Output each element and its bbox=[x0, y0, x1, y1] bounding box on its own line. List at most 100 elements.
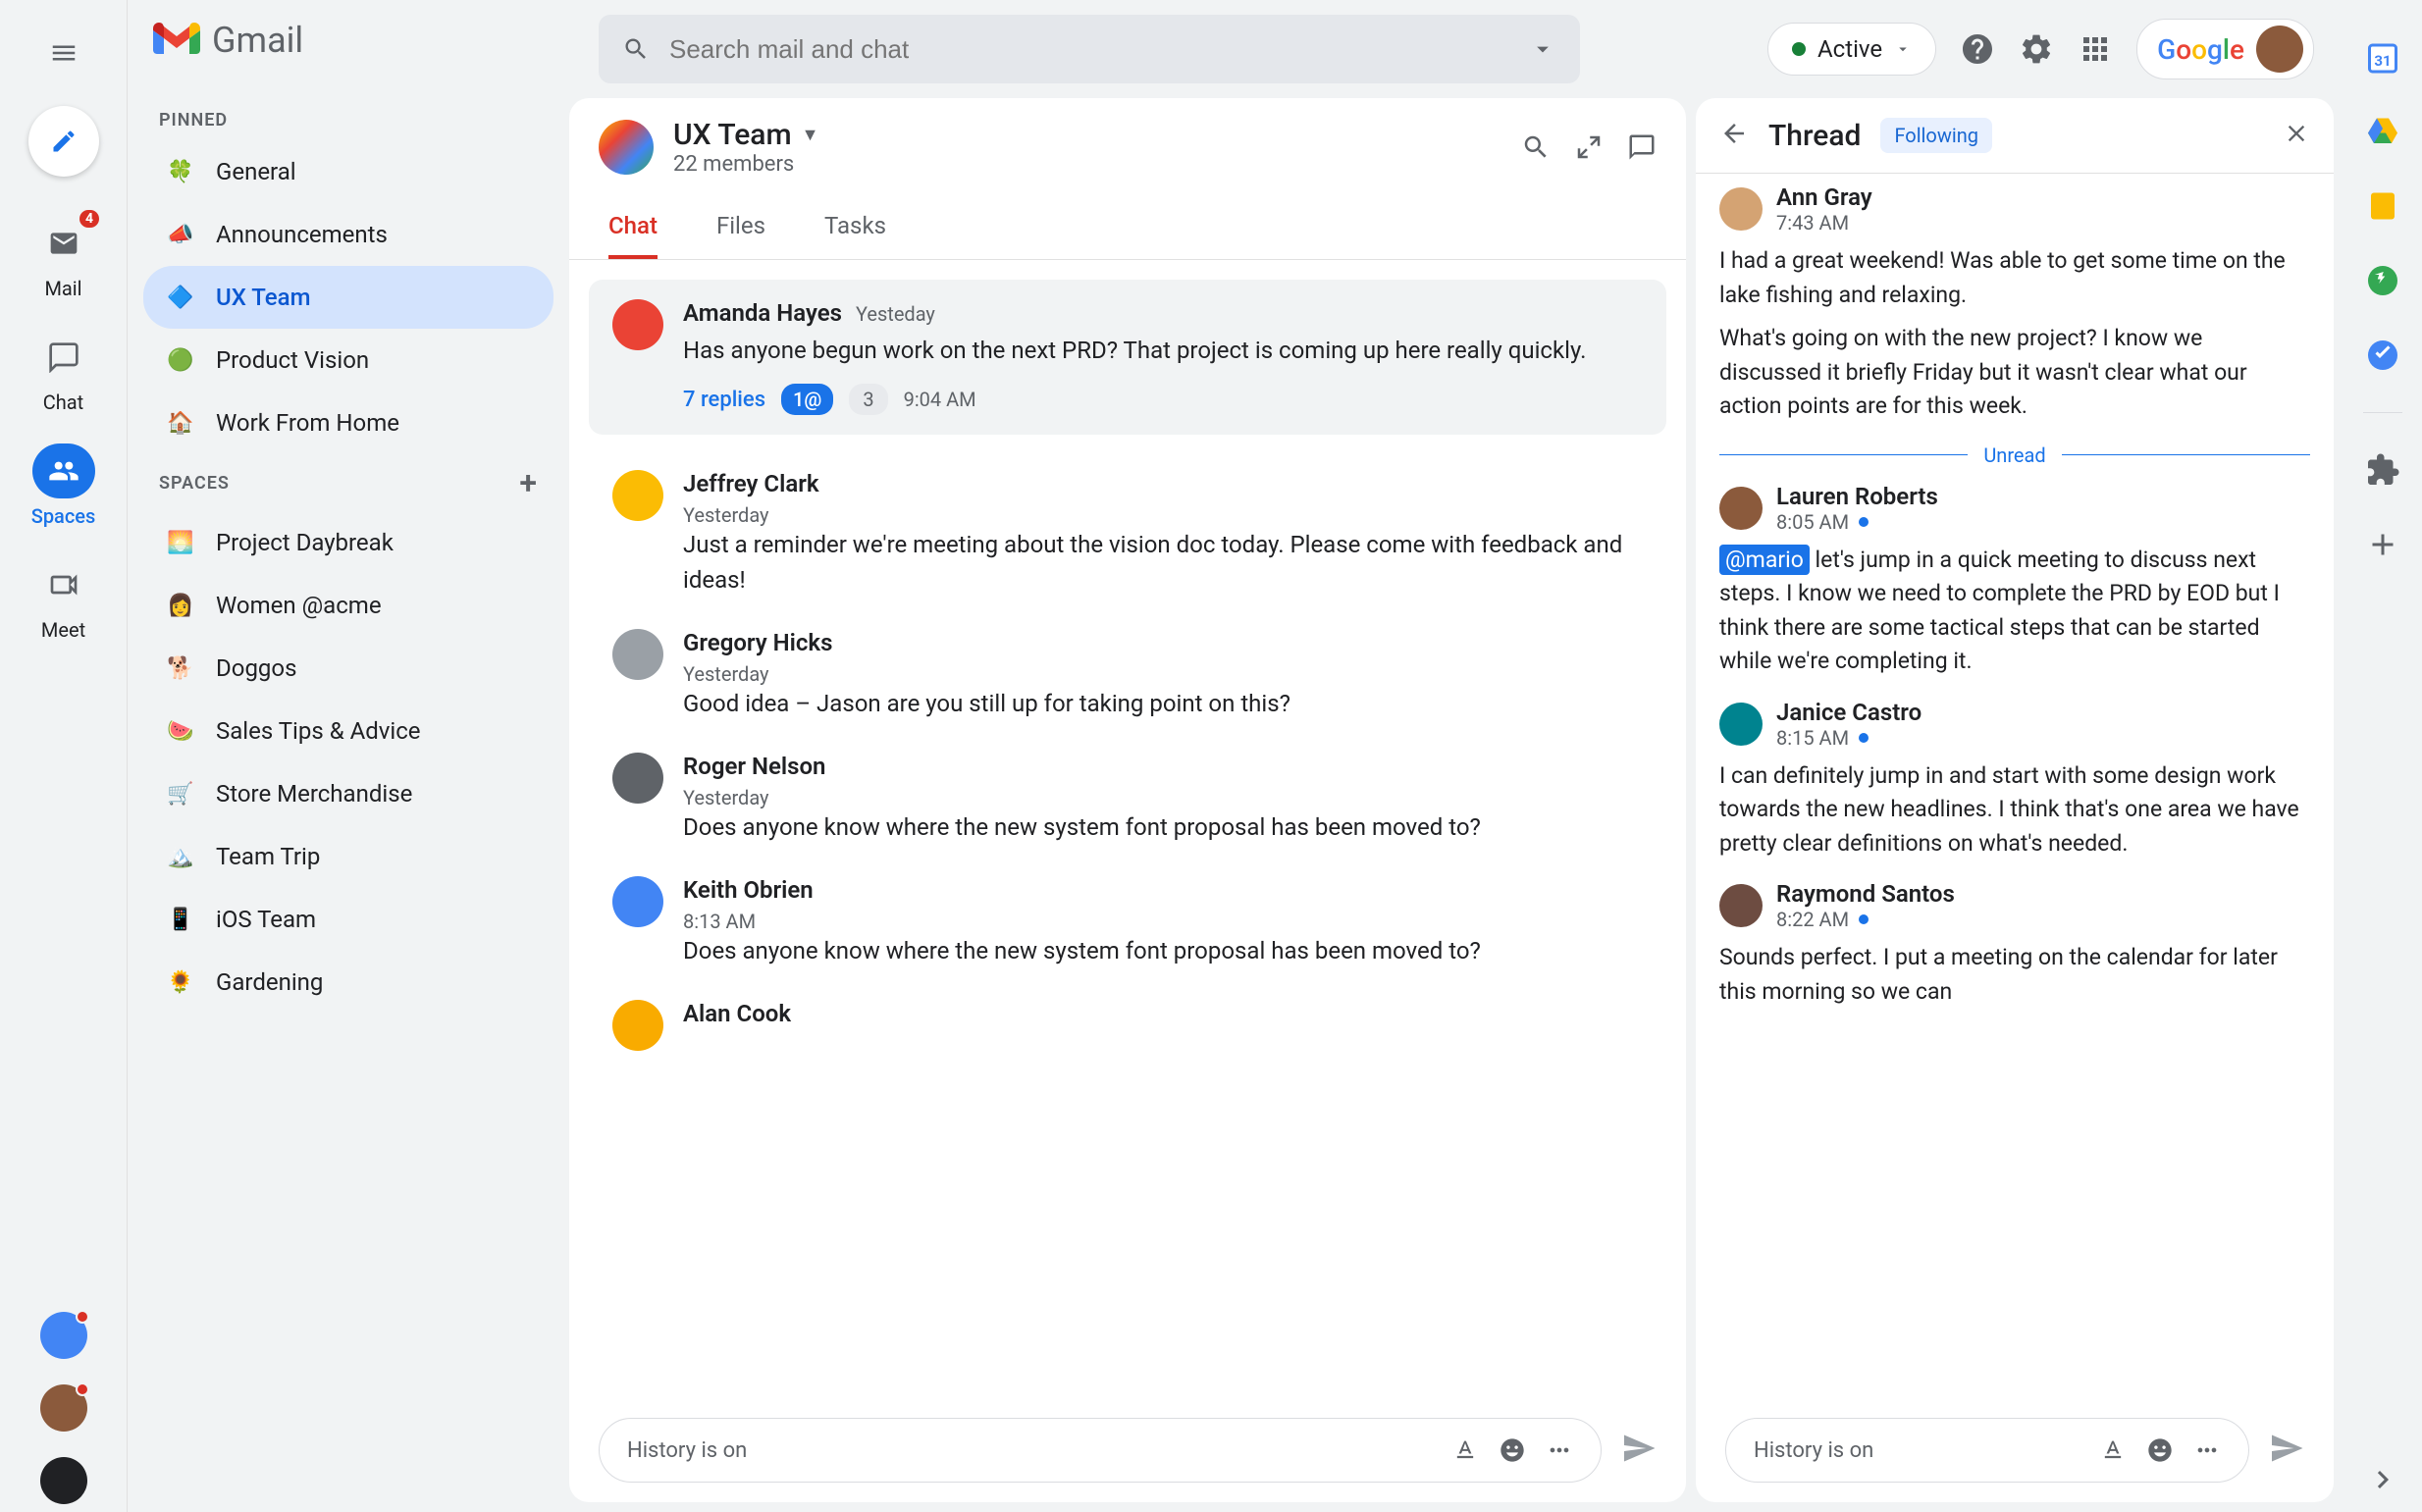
thread-message[interactable]: Lauren Roberts8:05 AM @mario let's jump … bbox=[1719, 483, 2310, 679]
emoji-icon[interactable] bbox=[2146, 1436, 2174, 1464]
avatar bbox=[612, 1000, 663, 1051]
more-icon[interactable] bbox=[2193, 1436, 2221, 1464]
tab-chat[interactable]: Chat bbox=[608, 196, 658, 259]
sidebar-item-trip[interactable]: 🏔️Team Trip bbox=[143, 825, 553, 888]
mountain-icon: 🏔️ bbox=[163, 839, 198, 874]
tab-files[interactable]: Files bbox=[716, 196, 765, 259]
settings-icon[interactable] bbox=[2019, 31, 2054, 67]
add-space-button[interactable]: + bbox=[519, 464, 538, 501]
keep-icon[interactable] bbox=[2365, 188, 2400, 224]
mini-chat-3[interactable] bbox=[40, 1457, 87, 1504]
tasks-icon[interactable] bbox=[2365, 338, 2400, 373]
sidebar-item-announcements[interactable]: 📣Announcements bbox=[143, 203, 553, 266]
addon-icon[interactable] bbox=[2365, 452, 2400, 488]
nav-chat[interactable]: Chat bbox=[0, 320, 127, 424]
replies-link[interactable]: 7 replies bbox=[683, 388, 765, 412]
nav-spaces[interactable]: Spaces bbox=[0, 434, 127, 538]
mini-chat-2[interactable] bbox=[40, 1384, 87, 1432]
message[interactable]: Gregory HicksYesterdayGood idea – Jason … bbox=[589, 613, 1666, 737]
mention[interactable]: @mario bbox=[1719, 545, 1810, 575]
thread-message[interactable]: Janice Castro8:15 AM I can definitely ju… bbox=[1719, 699, 2310, 861]
message[interactable]: Alan Cook bbox=[589, 984, 1666, 1067]
space-title[interactable]: UX Team▼ bbox=[673, 118, 1501, 152]
nav-mail[interactable]: 4 Mail bbox=[0, 206, 127, 310]
avatar bbox=[612, 876, 663, 927]
thread-send-button[interactable] bbox=[2269, 1431, 2304, 1470]
megaphone-icon: 📣 bbox=[163, 217, 198, 252]
message[interactable]: Roger NelsonYesterdayDoes anyone know wh… bbox=[589, 737, 1666, 860]
msg-author: Amanda Hayes bbox=[683, 299, 842, 327]
thread-icon[interactable] bbox=[1627, 132, 1657, 162]
message[interactable]: Jeffrey ClarkYesterdayJust a reminder we… bbox=[589, 454, 1666, 613]
sidebar-item-uxteam[interactable]: 🔷UX Team bbox=[143, 266, 553, 329]
format-icon[interactable] bbox=[2099, 1436, 2127, 1464]
search-input[interactable] bbox=[669, 34, 1509, 65]
thread-compose-input[interactable]: History is on bbox=[1725, 1418, 2249, 1483]
thread-message[interactable]: Raymond Santos8:22 AM Sounds perfect. I … bbox=[1719, 880, 2310, 1009]
sidebar-item-women[interactable]: 👩Women @acme bbox=[143, 574, 553, 637]
sidebar-item-wfh[interactable]: 🏠Work From Home bbox=[143, 391, 553, 454]
contacts-icon[interactable] bbox=[2365, 263, 2400, 298]
tab-tasks[interactable]: Tasks bbox=[824, 196, 886, 259]
woman-icon: 👩 bbox=[163, 588, 198, 623]
nav-chat-label: Chat bbox=[43, 391, 83, 414]
help-icon[interactable] bbox=[1960, 31, 1995, 67]
back-button[interactable] bbox=[1719, 119, 1749, 152]
avatar bbox=[612, 299, 663, 350]
sidebar-item-ios[interactable]: 📱iOS Team bbox=[143, 888, 553, 951]
collapse-rail-icon[interactable] bbox=[2365, 1477, 2400, 1512]
more-icon[interactable] bbox=[1546, 1436, 1573, 1464]
sidebar-item-product-vision[interactable]: 🟢Product Vision bbox=[143, 329, 553, 391]
unread-dot bbox=[1859, 733, 1869, 743]
avatar bbox=[612, 753, 663, 804]
collapse-icon[interactable] bbox=[1574, 132, 1604, 162]
message[interactable]: Keith Obrien8:13 AMDoes anyone know wher… bbox=[589, 860, 1666, 984]
sidebar-item-general[interactable]: 🍀General bbox=[143, 140, 553, 203]
pinned-header: PINNED bbox=[143, 100, 553, 140]
thread-message[interactable]: Ann Gray7:43 AM I had a great weekend! W… bbox=[1719, 183, 2310, 424]
sidebar-item-store[interactable]: 🛒Store Merchandise bbox=[143, 762, 553, 825]
message-card[interactable]: Amanda HayesYesteday Has anyone begun wo… bbox=[589, 280, 1666, 435]
mini-chat-1[interactable] bbox=[40, 1312, 87, 1359]
avatar bbox=[1719, 884, 1763, 927]
sunrise-icon: 🌅 bbox=[163, 525, 198, 560]
thread-title: Thread bbox=[1768, 119, 1861, 153]
add-icon[interactable] bbox=[2365, 527, 2400, 562]
house-icon: 🏠 bbox=[163, 405, 198, 441]
calendar-icon[interactable]: 31 bbox=[2365, 39, 2400, 75]
mail-badge: 4 bbox=[79, 210, 99, 228]
apps-icon[interactable] bbox=[2078, 31, 2113, 67]
avatar bbox=[1719, 187, 1763, 231]
unread-dot bbox=[1859, 517, 1869, 527]
close-button[interactable] bbox=[2283, 120, 2310, 151]
drive-icon[interactable] bbox=[2365, 114, 2400, 149]
msg-time: Yesteday bbox=[856, 302, 935, 326]
menu-button[interactable] bbox=[40, 29, 87, 77]
chevron-down-icon: ▼ bbox=[802, 125, 819, 145]
following-pill[interactable]: Following bbox=[1880, 118, 1992, 153]
search-icon[interactable] bbox=[1521, 132, 1551, 162]
sidebar-item-gardening[interactable]: 🌻Gardening bbox=[143, 951, 553, 1014]
compose-button[interactable] bbox=[28, 106, 99, 177]
search-options-icon[interactable] bbox=[1529, 35, 1556, 63]
account-button[interactable]: Google bbox=[2136, 19, 2314, 79]
sidebar-item-sales[interactable]: 🍉Sales Tips & Advice bbox=[143, 700, 553, 762]
search-bar[interactable] bbox=[599, 15, 1580, 83]
sidebar-item-daybreak[interactable]: 🌅Project Daybreak bbox=[143, 511, 553, 574]
status-dot-icon bbox=[1792, 42, 1806, 56]
unread-dot bbox=[1859, 914, 1869, 924]
gmail-logo[interactable]: Gmail bbox=[143, 20, 553, 61]
svg-text:31: 31 bbox=[2374, 52, 2391, 70]
send-button[interactable] bbox=[1621, 1431, 1657, 1470]
flower-icon: 🌻 bbox=[163, 965, 198, 1000]
compose-input[interactable]: History is on bbox=[599, 1418, 1602, 1483]
sidebar-item-doggos[interactable]: 🐕Doggos bbox=[143, 637, 553, 700]
emoji-icon[interactable] bbox=[1499, 1436, 1526, 1464]
format-icon[interactable] bbox=[1451, 1436, 1479, 1464]
status-button[interactable]: Active bbox=[1767, 23, 1936, 76]
nav-spaces-label: Spaces bbox=[31, 504, 96, 528]
unread-divider: Unread bbox=[1719, 443, 2310, 467]
avatar bbox=[1719, 487, 1763, 530]
nav-meet[interactable]: Meet bbox=[0, 547, 127, 652]
space-members[interactable]: 22 members bbox=[673, 152, 1501, 177]
